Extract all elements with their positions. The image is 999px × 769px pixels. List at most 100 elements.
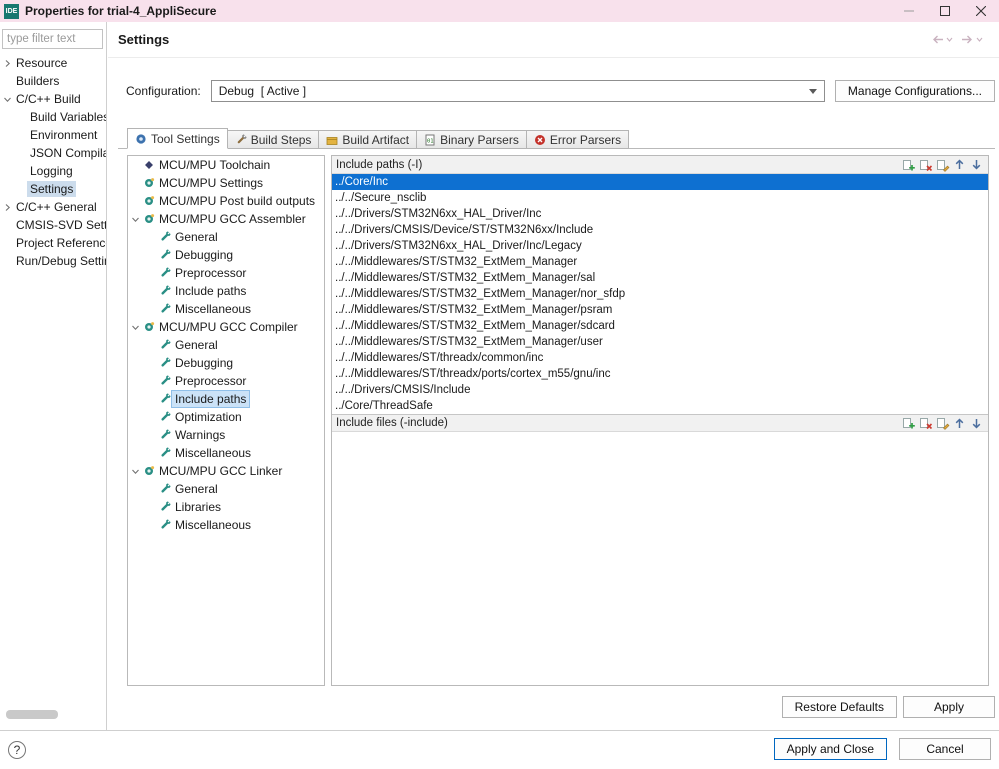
tool-tree-item-mcu-mpu-gcc-linker[interactable]: MCU/MPU GCC Linker xyxy=(128,462,324,480)
chevron-down-icon[interactable] xyxy=(130,215,141,224)
manage-configurations-button[interactable]: Manage Configurations... xyxy=(834,80,995,102)
forward-button[interactable] xyxy=(958,32,985,47)
history-nav xyxy=(928,32,989,47)
edit-icon[interactable] xyxy=(935,158,950,172)
tool-tree-item-general[interactable]: General xyxy=(128,228,324,246)
tool-tree-item-include-paths[interactable]: Include paths xyxy=(128,282,324,300)
sidebar-item-build-variables[interactable]: Build Variables xyxy=(0,108,106,126)
properties-dialog: IDE Properties for trial-4_AppliSecure R… xyxy=(0,0,999,769)
tool-tree-item-general[interactable]: General xyxy=(128,480,324,498)
tool-tree-item-preprocessor[interactable]: Preprocessor xyxy=(128,372,324,390)
tool-tree-item-general[interactable]: General xyxy=(128,336,324,354)
include-path-item[interactable]: ../../Drivers/STM32N6xx_HAL_Driver/Inc/L… xyxy=(332,238,988,254)
tool-tree-item-label: Preprocessor xyxy=(175,374,247,388)
tool-tree-item-mcu-mpu-settings[interactable]: MCU/MPU Settings xyxy=(128,174,324,192)
chevron-down-icon[interactable] xyxy=(130,467,141,476)
chevron-down-icon[interactable] xyxy=(130,323,141,332)
tool-tree-item-debugging[interactable]: Debugging xyxy=(128,246,324,264)
include-settings-panel: Include paths (-I) ../Core/Inc ../../Secu… xyxy=(331,155,989,686)
tool-tree-item-debugging[interactable]: Debugging xyxy=(128,354,324,372)
include-path-item[interactable]: ../Core/Inc xyxy=(332,174,988,190)
sidebar-item-settings[interactable]: Settings xyxy=(0,180,106,198)
edit-icon[interactable] xyxy=(935,416,950,430)
tab-tool-settings[interactable]: Tool Settings xyxy=(127,128,228,149)
sidebar-item-run-debug-settin[interactable]: Run/Debug Settin xyxy=(0,252,106,270)
tool-tree-item-mcu-mpu-toolchain[interactable]: MCU/MPU Toolchain xyxy=(128,156,324,174)
close-button[interactable] xyxy=(963,0,999,22)
include-path-item[interactable]: ../../Middlewares/ST/threadx/ports/corte… xyxy=(332,366,988,382)
include-path-item[interactable]: ../../Middlewares/ST/STM32_ExtMem_Manage… xyxy=(332,254,988,270)
add-icon[interactable] xyxy=(901,416,916,430)
include-path-item[interactable]: ../../Middlewares/ST/STM32_ExtMem_Manage… xyxy=(332,270,988,286)
delete-icon[interactable] xyxy=(918,158,933,172)
move-up-icon[interactable] xyxy=(952,416,967,430)
wrench-icon xyxy=(157,231,172,243)
apply-button[interactable]: Apply xyxy=(903,696,995,718)
tool-tree-item-libraries[interactable]: Libraries xyxy=(128,498,324,516)
include-path-item[interactable]: ../../Middlewares/ST/threadx/common/inc xyxy=(332,350,988,366)
back-button[interactable] xyxy=(928,32,955,47)
include-path-item[interactable]: ../../Drivers/CMSIS/Device/ST/STM32N6xx/… xyxy=(332,222,988,238)
sidebar-item-label: Builders xyxy=(16,74,60,88)
tool-tree-item-mcu-mpu-post-build-outputs[interactable]: MCU/MPU Post build outputs xyxy=(128,192,324,210)
tool-tree-item-include-paths[interactable]: Include paths xyxy=(128,390,324,408)
tool-tree-item-preprocessor[interactable]: Preprocessor xyxy=(128,264,324,282)
move-up-icon[interactable] xyxy=(952,158,967,172)
chevron-right-icon[interactable] xyxy=(2,59,13,68)
tool-tree-item-miscellaneous[interactable]: Miscellaneous xyxy=(128,444,324,462)
window-controls xyxy=(891,0,999,22)
tool-tree-item-warnings[interactable]: Warnings xyxy=(128,426,324,444)
include-path-item[interactable]: ../../Secure_nsclib xyxy=(332,190,988,206)
help-button[interactable]: ? xyxy=(8,741,26,759)
include-files-list[interactable] xyxy=(332,432,988,685)
restore-defaults-button[interactable]: Restore Defaults xyxy=(781,696,897,718)
sidebar-item-c-c-build[interactable]: C/C++ Build xyxy=(0,90,106,108)
cancel-button[interactable]: Cancel xyxy=(899,738,991,760)
tab-binary-parsers[interactable]: 01 Binary Parsers xyxy=(416,130,527,149)
include-path-item[interactable]: ../../Middlewares/ST/STM32_ExtMem_Manage… xyxy=(332,334,988,350)
tab-build-artifact[interactable]: Build Artifact xyxy=(318,130,418,149)
filter-input[interactable] xyxy=(2,29,103,49)
tab-error-parsers[interactable]: Error Parsers xyxy=(525,130,630,149)
sidebar-hscroll-thumb[interactable] xyxy=(6,710,58,719)
configuration-value: Debug [ Active ] xyxy=(218,84,307,98)
sidebar-item-label: Project Reference xyxy=(16,236,106,250)
app-icon: IDE xyxy=(4,3,19,19)
sidebar-item-label: CMSIS-SVD Settin xyxy=(16,218,106,232)
add-icon[interactable] xyxy=(901,158,916,172)
tool-tree-item-mcu-mpu-gcc-assembler[interactable]: MCU/MPU GCC Assembler xyxy=(128,210,324,228)
sidebar-item-environment[interactable]: Environment xyxy=(0,126,106,144)
tool-tree-item-miscellaneous[interactable]: Miscellaneous xyxy=(128,516,324,534)
include-path-item[interactable]: ../../Middlewares/ST/STM32_ExtMem_Manage… xyxy=(332,286,988,302)
minimize-button[interactable] xyxy=(891,0,927,22)
tool-tree-item-optimization[interactable]: Optimization xyxy=(128,408,324,426)
tool-tree-item-miscellaneous[interactable]: Miscellaneous xyxy=(128,300,324,318)
sidebar-item-cmsis-svd-settin[interactable]: CMSIS-SVD Settin xyxy=(0,216,106,234)
delete-icon[interactable] xyxy=(918,416,933,430)
include-path-item[interactable]: ../../Middlewares/ST/STM32_ExtMem_Manage… xyxy=(332,318,988,334)
include-path-item[interactable]: ../Core/ThreadSafe xyxy=(332,398,988,414)
sidebar-item-json-compila[interactable]: JSON Compila xyxy=(0,144,106,162)
include-path-item[interactable]: ../../Middlewares/ST/STM32_ExtMem_Manage… xyxy=(332,302,988,318)
move-down-icon[interactable] xyxy=(969,158,984,172)
sidebar-item-project-reference[interactable]: Project Reference xyxy=(0,234,106,252)
tool-tree-item-mcu-mpu-gcc-compiler[interactable]: MCU/MPU GCC Compiler xyxy=(128,318,324,336)
sidebar-item-logging[interactable]: Logging xyxy=(0,162,106,180)
tab-build-steps[interactable]: Build Steps xyxy=(226,130,320,149)
footer-actions: Apply and Close Cancel xyxy=(773,738,991,760)
gear-icon xyxy=(141,195,156,207)
include-path-item[interactable]: ../../Drivers/CMSIS/Include xyxy=(332,382,988,398)
chevron-right-icon[interactable] xyxy=(2,203,13,212)
tab-bar: Tool Settings Build Steps Build Artifact 01… xyxy=(127,128,630,149)
configuration-select[interactable]: Debug [ Active ] xyxy=(210,80,825,102)
sidebar-item-resource[interactable]: Resource xyxy=(0,54,106,72)
tool-settings-panel: MCU/MPU Toolchain MCU/MPU Settings MCU/MPU… xyxy=(118,148,995,686)
sidebar-item-label: JSON Compila xyxy=(30,146,106,160)
maximize-button[interactable] xyxy=(927,0,963,22)
include-path-item[interactable]: ../../Drivers/STM32N6xx_HAL_Driver/Inc xyxy=(332,206,988,222)
apply-and-close-button[interactable]: Apply and Close xyxy=(773,738,887,760)
move-down-icon[interactable] xyxy=(969,416,984,430)
sidebar-item-builders[interactable]: Builders xyxy=(0,72,106,90)
chevron-down-icon[interactable] xyxy=(2,95,13,104)
sidebar-item-c-c-general[interactable]: C/C++ General xyxy=(0,198,106,216)
